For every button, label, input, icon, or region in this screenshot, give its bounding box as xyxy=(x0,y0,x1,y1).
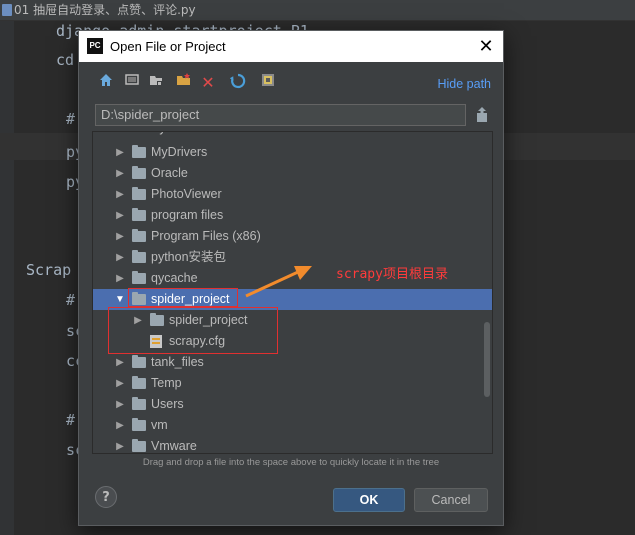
tree-item-label: Users xyxy=(151,397,184,411)
annotation-box-project xyxy=(128,288,238,307)
code-line: # xyxy=(66,110,76,128)
code-line: cd xyxy=(56,51,75,69)
folder-icon xyxy=(132,208,146,221)
tree-item[interactable]: ▶ vm xyxy=(93,415,492,436)
editor-gutter xyxy=(0,20,14,535)
folder-icon xyxy=(132,229,146,242)
cancel-button[interactable]: Cancel xyxy=(414,488,488,512)
tree-item[interactable]: ▶ Oracle xyxy=(93,163,492,184)
folder-icon xyxy=(132,166,146,179)
tree-item[interactable]: ▶ tank_files xyxy=(93,352,492,373)
annotation-arrow xyxy=(245,266,312,298)
desktop-icon[interactable] xyxy=(123,73,141,93)
tree-item-label: qycache xyxy=(151,271,198,285)
collapsed-arrow-icon[interactable]: ▶ xyxy=(115,373,125,394)
refresh-icon[interactable] xyxy=(229,73,247,93)
collapsed-arrow-icon[interactable]: ▶ xyxy=(115,163,125,184)
collapsed-arrow-icon[interactable]: ▶ xyxy=(115,247,125,268)
folder-icon xyxy=(132,250,146,263)
project-folder-icon[interactable] xyxy=(147,73,165,93)
folder-icon xyxy=(132,271,146,284)
collapsed-arrow-icon[interactable]: ▶ xyxy=(115,268,125,289)
folder-icon xyxy=(132,418,146,431)
folder-icon xyxy=(132,355,146,368)
tree-item-label: program files xyxy=(151,208,224,222)
folder-icon xyxy=(132,145,146,158)
folder-icon xyxy=(132,187,146,200)
tree-item-label: PhotoViewer xyxy=(151,187,222,201)
dialog-titlebar[interactable]: PC Open File or Project ✕ xyxy=(79,31,503,62)
collapsed-arrow-icon[interactable]: ▶ xyxy=(115,184,125,205)
collapsed-arrow-icon[interactable]: ▶ xyxy=(115,415,125,436)
tree-item[interactable]: ▶ Users xyxy=(93,394,492,415)
path-history-icon[interactable] xyxy=(475,107,489,123)
tree-item[interactable]: ▶ program files xyxy=(93,205,492,226)
collapsed-arrow-icon[interactable]: ▶ xyxy=(115,142,125,163)
tree-item[interactable]: ▶ Temp xyxy=(93,373,492,394)
new-folder-icon[interactable] xyxy=(175,73,193,93)
tree-item[interactable]: ▶ MyDrivers xyxy=(93,142,492,163)
pycharm-logo: PC xyxy=(87,38,103,54)
annotation-label: scrapy项目根目录 xyxy=(336,267,448,282)
help-button[interactable]: ? xyxy=(95,486,117,508)
dialog-title: Open File or Project xyxy=(110,39,226,54)
tree-item-label: python安装包 xyxy=(151,250,227,264)
editor-tab-label: 01 抽屉自动登录、点赞、评论.py xyxy=(14,3,196,17)
tree-item[interactable]: ▶ PhotoViewer xyxy=(93,184,492,205)
collapsed-arrow-icon[interactable]: ▶ xyxy=(115,436,125,453)
delete-icon[interactable]: ✕ xyxy=(199,73,217,93)
tree-item-label: Program Files (x86) xyxy=(151,229,261,243)
code-line: # xyxy=(66,291,76,309)
editor-tab[interactable]: 01 抽屉自动登录、点赞、评论.py xyxy=(0,0,635,21)
code-line: # xyxy=(66,411,76,429)
tree-item[interactable]: ▶ Program Files (x86) xyxy=(93,226,492,247)
close-icon[interactable]: ✕ xyxy=(469,31,503,62)
ok-button[interactable]: OK xyxy=(333,488,405,512)
tree-item[interactable]: ▶ Vmware xyxy=(93,436,492,453)
show-hidden-icon[interactable] xyxy=(259,73,277,93)
tree-item-cutoff: myDownloads xyxy=(149,132,228,135)
code-line: Scrap xyxy=(26,261,72,279)
collapsed-arrow-icon[interactable]: ▶ xyxy=(115,226,125,247)
tree-item-label: MyDrivers xyxy=(151,145,208,159)
home-icon[interactable] xyxy=(97,73,115,93)
collapsed-arrow-icon[interactable]: ▶ xyxy=(115,352,125,373)
folder-icon xyxy=(132,439,146,452)
tree-item-label: tank_files xyxy=(151,355,204,369)
python-file-icon xyxy=(2,4,12,16)
tree-scrollbar[interactable] xyxy=(484,322,490,397)
tree-item-label: Vmware xyxy=(151,439,197,453)
collapsed-arrow-icon[interactable]: ▶ xyxy=(115,205,125,226)
tree-item-label: Temp xyxy=(151,376,182,390)
collapsed-arrow-icon[interactable]: ▶ xyxy=(115,394,125,415)
folder-icon xyxy=(132,376,146,389)
path-input[interactable] xyxy=(95,104,466,126)
tree-item-label: Oracle xyxy=(151,166,188,180)
drag-drop-hint: Drag and drop a file into the space abov… xyxy=(142,457,440,468)
folder-icon xyxy=(132,397,146,410)
annotation-box-children xyxy=(108,307,278,354)
tree-item-label: vm xyxy=(151,418,168,432)
hide-path-link[interactable]: Hide path xyxy=(437,77,491,91)
